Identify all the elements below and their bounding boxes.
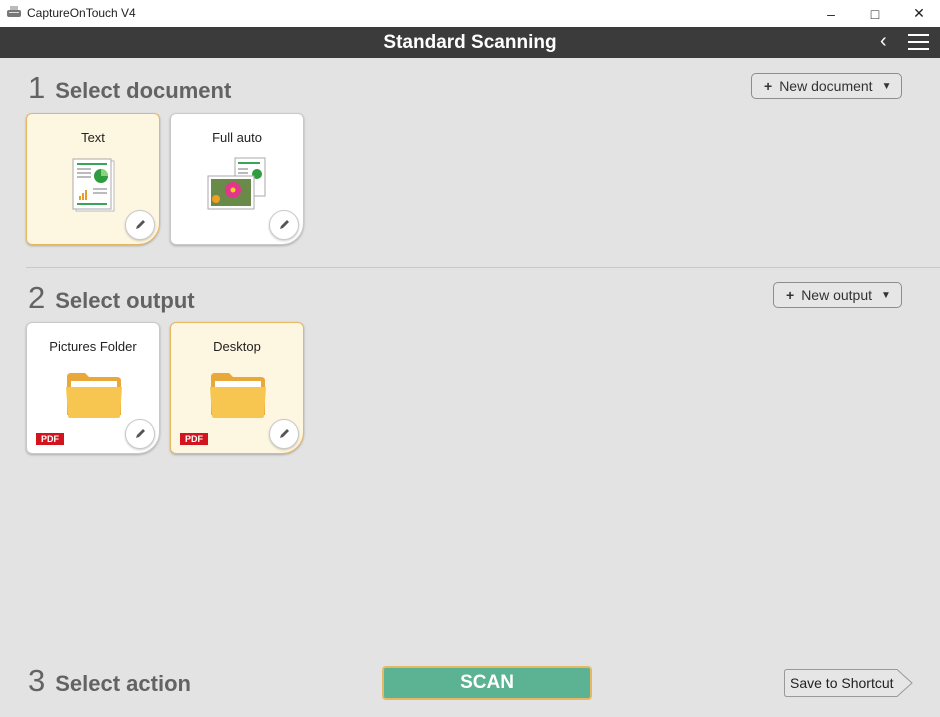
output-card-desktop[interactable]: Desktop PDF xyxy=(170,322,304,454)
edit-pencil-button[interactable] xyxy=(269,419,299,449)
photo-document-icon xyxy=(207,157,266,210)
card-name: Pictures Folder xyxy=(49,339,137,354)
window-title: CaptureOnTouch V4 xyxy=(27,6,136,20)
pencil-icon xyxy=(136,220,145,229)
step3-label: Select action xyxy=(55,671,191,696)
edit-pencil-button[interactable] xyxy=(125,419,155,449)
edit-pencil-button[interactable] xyxy=(269,210,299,240)
card-name: Text xyxy=(81,130,105,145)
minimize-button[interactable]: – xyxy=(808,0,854,27)
document-card-full-auto[interactable]: Full auto xyxy=(170,113,304,245)
card-name: Full auto xyxy=(212,130,262,145)
step2-number: 2 xyxy=(28,280,46,315)
step2-heading: 2 Select output xyxy=(28,280,195,316)
step3-heading: 3 Select action xyxy=(28,663,191,699)
step1-heading: 1 Select document xyxy=(28,70,231,106)
text-document-icon xyxy=(72,158,115,212)
step1-label: Select document xyxy=(55,78,232,103)
app-header: Standard Scanning ‹ xyxy=(0,27,940,58)
new-output-label: New output xyxy=(801,287,873,303)
window-titlebar: CaptureOnTouch V4 – □ ✕ xyxy=(0,0,940,27)
plus-icon: + xyxy=(764,78,773,94)
step3-number: 3 xyxy=(28,663,46,698)
new-document-button[interactable]: + New document ▼ xyxy=(751,73,903,99)
folder-icon xyxy=(66,373,122,418)
pencil-icon xyxy=(280,429,289,438)
caret-down-icon: ▼ xyxy=(881,289,891,301)
maximize-button[interactable]: □ xyxy=(852,0,898,27)
step1-number: 1 xyxy=(28,70,46,105)
step2-label: Select output xyxy=(55,288,195,313)
card-name: Desktop xyxy=(213,339,261,354)
plus-icon: + xyxy=(786,287,795,303)
scanner-app-icon xyxy=(7,6,21,17)
new-document-label: New document xyxy=(779,78,873,94)
pdf-badge: PDF xyxy=(36,433,64,445)
page-title: Standard Scanning xyxy=(383,32,557,53)
output-card-pictures-folder[interactable]: Pictures Folder PDF xyxy=(26,322,160,454)
folder-icon xyxy=(210,373,266,418)
pencil-icon xyxy=(136,429,145,438)
save-to-shortcut-label: Save to Shortcut xyxy=(790,675,894,691)
hamburger-menu-icon[interactable] xyxy=(908,34,929,51)
new-output-button[interactable]: + New output ▼ xyxy=(773,282,902,308)
pdf-badge: PDF xyxy=(180,433,208,445)
close-button[interactable]: ✕ xyxy=(896,0,940,27)
back-chevron-icon[interactable]: ‹ xyxy=(880,30,887,53)
section-divider xyxy=(26,267,940,268)
edit-pencil-button[interactable] xyxy=(125,210,155,240)
pencil-icon xyxy=(280,220,289,229)
document-card-text[interactable]: Text xyxy=(26,113,160,245)
caret-down-icon: ▼ xyxy=(881,80,892,92)
scan-button[interactable]: SCAN xyxy=(382,666,592,700)
